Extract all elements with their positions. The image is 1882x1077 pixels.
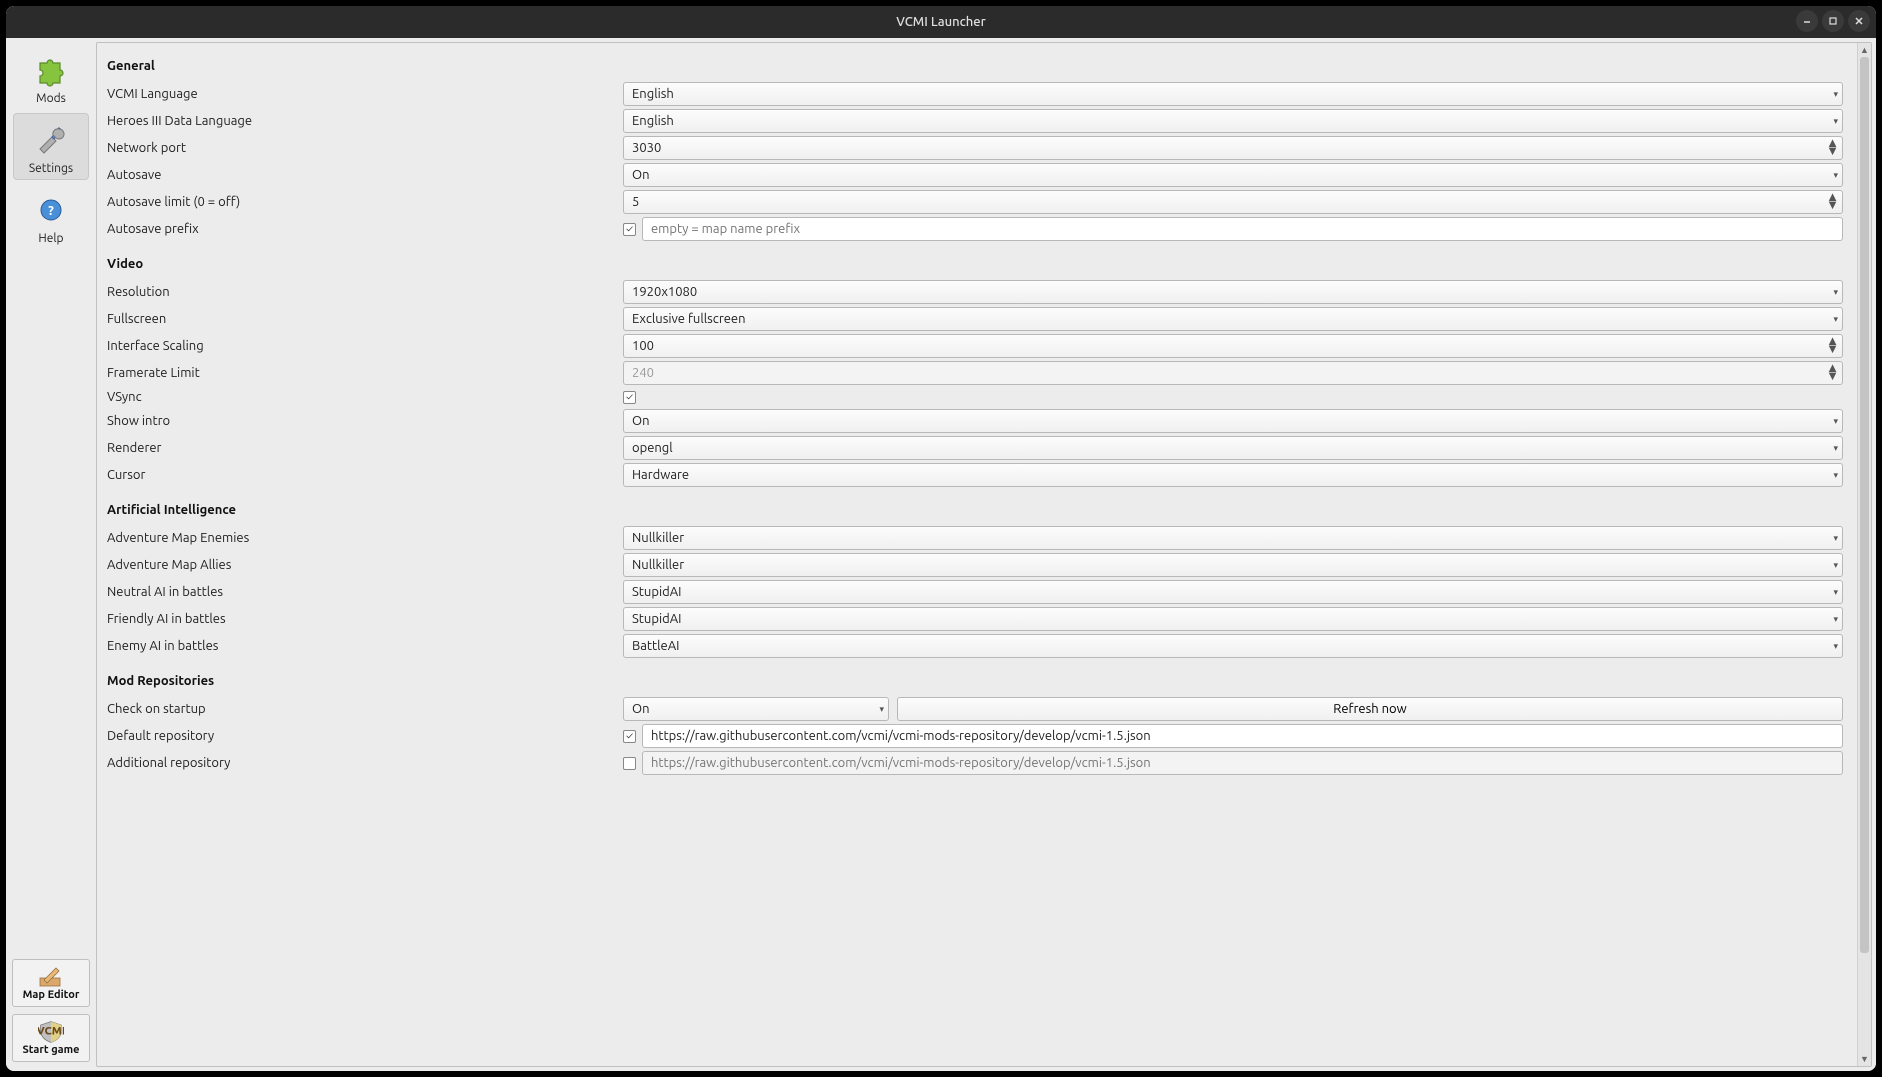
maximize-button[interactable] bbox=[1822, 10, 1844, 32]
combo-h3-language[interactable]: English▾ bbox=[623, 109, 1843, 133]
refresh-now-button[interactable]: Refresh now bbox=[897, 697, 1843, 721]
label-neutral-ai: Neutral AI in battles bbox=[107, 585, 623, 599]
spin-network-port[interactable]: 3030▲▼ bbox=[623, 136, 1843, 160]
spin-framerate-limit: 240▲▼ bbox=[623, 361, 1843, 385]
puzzle-icon bbox=[31, 50, 71, 90]
input-autosave-prefix[interactable] bbox=[642, 217, 1843, 241]
section-repos: Mod Repositories bbox=[107, 660, 1843, 696]
sidebar-item-mods[interactable]: Mods bbox=[13, 44, 89, 109]
section-ai: Artificial Intelligence bbox=[107, 489, 1843, 525]
chevron-down-icon: ▾ bbox=[1833, 581, 1838, 603]
input-additional-repo bbox=[642, 751, 1843, 775]
label-vcmi-language: VCMI Language bbox=[107, 87, 623, 101]
start-game-button[interactable]: VCMI Start game bbox=[12, 1014, 90, 1062]
combo-resolution[interactable]: 1920x1080▾ bbox=[623, 280, 1843, 304]
sidebar-item-label: Mods bbox=[36, 92, 66, 105]
chevron-down-icon: ▾ bbox=[1833, 410, 1838, 432]
combo-adventure-allies[interactable]: Nullkiller▾ bbox=[623, 553, 1843, 577]
combo-autosave[interactable]: On▾ bbox=[623, 163, 1843, 187]
check-autosave-prefix[interactable] bbox=[623, 223, 636, 236]
help-icon: ? bbox=[31, 190, 71, 230]
vertical-scrollbar[interactable]: ▲ ▼ bbox=[1857, 43, 1871, 1066]
check-default-repo[interactable] bbox=[623, 730, 636, 743]
combo-vcmi-language[interactable]: English▾ bbox=[623, 82, 1843, 106]
input-default-repo[interactable] bbox=[642, 724, 1843, 748]
spin-autosave-limit[interactable]: 5▲▼ bbox=[623, 190, 1843, 214]
chevron-down-icon: ▾ bbox=[1833, 308, 1838, 330]
label-check-startup: Check on startup bbox=[107, 702, 623, 716]
combo-neutral-ai[interactable]: StupidAI▾ bbox=[623, 580, 1843, 604]
map-editor-icon bbox=[38, 966, 64, 988]
spin-down-icon[interactable]: ▼ bbox=[1826, 202, 1839, 210]
label-additional-repo: Additional repository bbox=[107, 756, 623, 770]
label-autosave: Autosave bbox=[107, 168, 623, 182]
sidebar-item-settings[interactable]: Settings bbox=[13, 113, 89, 180]
svg-text:VCMI: VCMI bbox=[38, 1025, 64, 1037]
map-editor-button[interactable]: Map Editor bbox=[12, 959, 90, 1007]
button-label: Start game bbox=[23, 1044, 80, 1056]
scrollbar-thumb[interactable] bbox=[1860, 57, 1869, 953]
label-cursor: Cursor bbox=[107, 468, 623, 482]
combo-renderer[interactable]: opengl▾ bbox=[623, 436, 1843, 460]
combo-fullscreen[interactable]: Exclusive fullscreen▾ bbox=[623, 307, 1843, 331]
sidebar-item-help[interactable]: ? Help bbox=[13, 184, 89, 249]
minimize-button[interactable] bbox=[1796, 10, 1818, 32]
label-autosave-limit: Autosave limit (0 = off) bbox=[107, 195, 623, 209]
main-panel: General VCMI Language English▾ Heroes II… bbox=[96, 42, 1872, 1067]
chevron-down-icon: ▾ bbox=[1833, 635, 1838, 657]
chevron-down-icon: ▾ bbox=[879, 698, 884, 720]
label-friendly-ai: Friendly AI in battles bbox=[107, 612, 623, 626]
chevron-down-icon: ▾ bbox=[1833, 437, 1838, 459]
label-h3-language: Heroes III Data Language bbox=[107, 114, 623, 128]
chevron-down-icon: ▾ bbox=[1833, 281, 1838, 303]
chevron-down-icon: ▾ bbox=[1833, 527, 1838, 549]
spin-down-icon: ▼ bbox=[1826, 373, 1839, 381]
chevron-down-icon: ▾ bbox=[1833, 83, 1838, 105]
combo-adventure-enemies[interactable]: Nullkiller▾ bbox=[623, 526, 1843, 550]
window-title: VCMI Launcher bbox=[896, 15, 985, 29]
combo-show-intro[interactable]: On▾ bbox=[623, 409, 1843, 433]
label-framerate-limit: Framerate Limit bbox=[107, 366, 623, 380]
chevron-down-icon: ▾ bbox=[1833, 464, 1838, 486]
label-renderer: Renderer bbox=[107, 441, 623, 455]
combo-enemy-ai[interactable]: BattleAI▾ bbox=[623, 634, 1843, 658]
label-autosave-prefix: Autosave prefix bbox=[107, 222, 623, 236]
combo-cursor[interactable]: Hardware▾ bbox=[623, 463, 1843, 487]
label-enemy-ai: Enemy AI in battles bbox=[107, 639, 623, 653]
label-show-intro: Show intro bbox=[107, 414, 623, 428]
label-vsync: VSync bbox=[107, 390, 623, 404]
chevron-down-icon: ▾ bbox=[1833, 164, 1838, 186]
svg-text:?: ? bbox=[48, 204, 54, 218]
chevron-down-icon: ▾ bbox=[1833, 110, 1838, 132]
button-label: Map Editor bbox=[23, 989, 80, 1001]
sidebar: Mods Settings ? bbox=[6, 38, 96, 1071]
scroll-down-icon[interactable]: ▼ bbox=[1858, 1052, 1871, 1066]
label-network-port: Network port bbox=[107, 141, 623, 155]
label-resolution: Resolution bbox=[107, 285, 623, 299]
combo-check-startup[interactable]: On▾ bbox=[623, 697, 889, 721]
section-video: Video bbox=[107, 243, 1843, 279]
chevron-down-icon: ▾ bbox=[1833, 608, 1838, 630]
chevron-down-icon: ▾ bbox=[1833, 554, 1838, 576]
spin-interface-scaling[interactable]: 100▲▼ bbox=[623, 334, 1843, 358]
sidebar-item-label: Settings bbox=[29, 162, 73, 175]
label-adventure-allies: Adventure Map Allies bbox=[107, 558, 623, 572]
label-fullscreen: Fullscreen bbox=[107, 312, 623, 326]
label-default-repo: Default repository bbox=[107, 729, 623, 743]
sidebar-item-label: Help bbox=[38, 232, 63, 245]
check-additional-repo[interactable] bbox=[623, 757, 636, 770]
scroll-up-icon[interactable]: ▲ bbox=[1858, 43, 1871, 57]
vcmi-shield-icon: VCMI bbox=[38, 1021, 64, 1043]
section-general: General bbox=[107, 53, 1843, 81]
combo-friendly-ai[interactable]: StupidAI▾ bbox=[623, 607, 1843, 631]
tools-icon bbox=[31, 120, 71, 160]
spin-down-icon[interactable]: ▼ bbox=[1826, 148, 1839, 156]
label-interface-scaling: Interface Scaling bbox=[107, 339, 623, 353]
title-bar: VCMI Launcher bbox=[6, 6, 1876, 38]
spin-down-icon[interactable]: ▼ bbox=[1826, 346, 1839, 354]
close-button[interactable] bbox=[1848, 10, 1870, 32]
check-vsync[interactable] bbox=[623, 391, 636, 404]
label-adventure-enemies: Adventure Map Enemies bbox=[107, 531, 623, 545]
